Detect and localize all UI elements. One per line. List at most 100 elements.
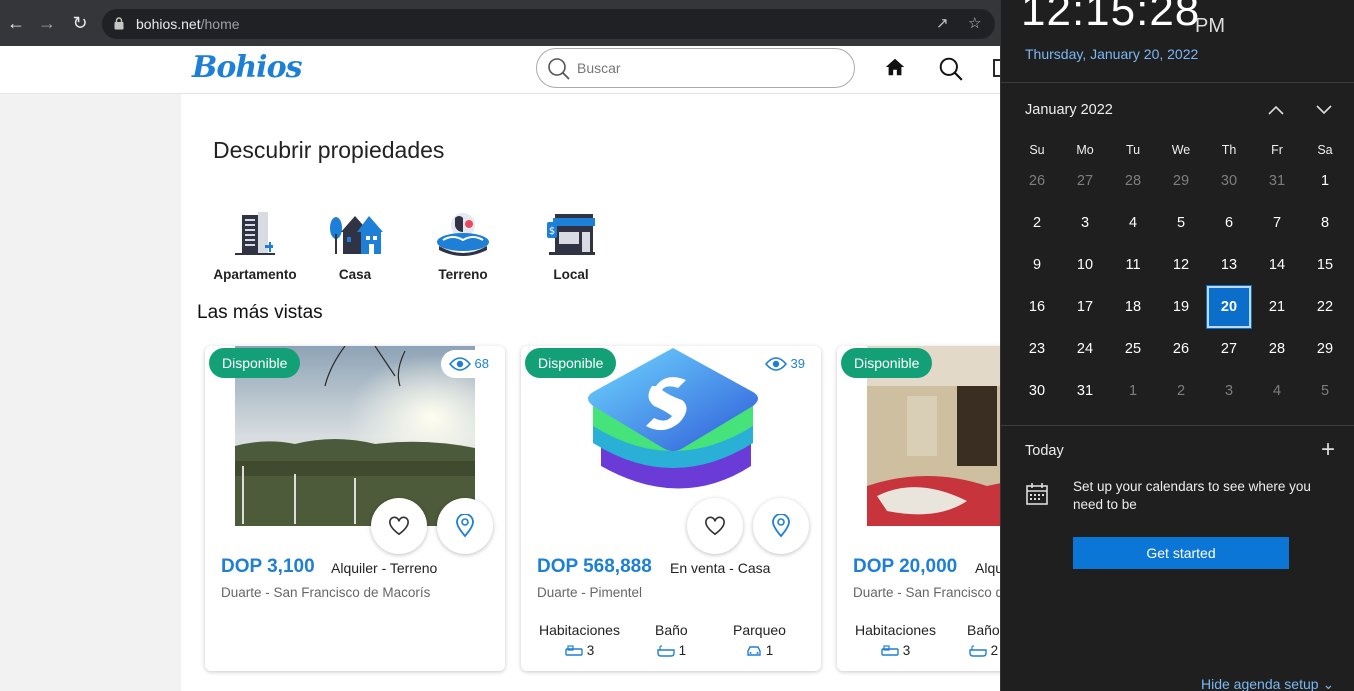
calendar-day[interactable]: 29 <box>1301 328 1349 370</box>
forward-arrow-icon[interactable]: → <box>36 12 58 34</box>
calendar-day[interactable]: 15 <box>1301 244 1349 286</box>
share-icon[interactable]: ↗ <box>936 14 949 32</box>
calendar-day[interactable]: 25 <box>1109 328 1157 370</box>
search-box[interactable] <box>536 48 855 88</box>
calendar-day[interactable]: 24 <box>1061 328 1109 370</box>
calendar-day[interactable]: 28 <box>1253 328 1301 370</box>
land-icon <box>437 213 489 256</box>
calendar-day[interactable]: 9 <box>1013 244 1061 286</box>
category-casa[interactable]: Casa <box>310 212 400 282</box>
calendar-day[interactable]: 27 <box>1205 328 1253 370</box>
add-event-icon[interactable]: + <box>1321 438 1335 462</box>
calendar-day[interactable]: 19 <box>1157 286 1205 328</box>
property-price: DOP 568,888 <box>537 556 652 577</box>
property-card[interactable]: Disponible 68 DOP 3,100 Alquiler - Terre… <box>205 346 505 671</box>
main-content: Descubrir propiedades Apartamento Casa T… <box>181 94 1137 691</box>
calendar-day[interactable]: 8 <box>1301 202 1349 244</box>
calendar-day[interactable]: 16 <box>1013 286 1061 328</box>
calendar-week: 16 17 18 19 20 21 22 <box>1013 285 1349 329</box>
calendar-week: 26 27 28 29 30 31 1 <box>1013 160 1349 202</box>
calendar-day[interactable]: 11 <box>1109 244 1157 286</box>
category-local[interactable]: $ Local <box>526 212 616 282</box>
bathtub-icon <box>968 644 987 657</box>
calendar-day[interactable]: 2 <box>1157 370 1205 412</box>
heart-icon <box>705 516 725 536</box>
calendar-day[interactable]: 17 <box>1061 286 1109 328</box>
property-price: DOP 3,100 <box>221 556 315 577</box>
calendar-day[interactable]: 4 <box>1253 370 1301 412</box>
calendar-day[interactable]: 7 <box>1253 202 1301 244</box>
reload-icon[interactable]: ↻ <box>69 12 91 34</box>
bohios-logo[interactable]: Bohios <box>192 50 302 85</box>
house-icon <box>330 216 383 254</box>
divider <box>1001 82 1354 83</box>
category-terreno[interactable]: Terreno <box>418 212 508 282</box>
star-icon[interactable]: ☆ <box>968 14 981 32</box>
status-badge: Disponible <box>209 348 301 378</box>
weekday-label: Su <box>1029 143 1045 157</box>
calendar-day[interactable]: 26 <box>1013 160 1061 202</box>
back-arrow-icon[interactable]: ← <box>5 12 27 34</box>
partial-nav-icon[interactable] <box>993 56 1000 80</box>
weekday-label: Tu <box>1125 143 1141 157</box>
search-input[interactable] <box>577 57 837 79</box>
chevron-down-icon: ⌄ <box>1322 676 1335 691</box>
calendar-day[interactable]: 18 <box>1109 286 1157 328</box>
calendar-day[interactable]: 29 <box>1157 160 1205 202</box>
hide-agenda-link[interactable]: Hide agenda setup ⌄ <box>1201 676 1334 691</box>
property-location: Duarte - Pimentel <box>537 585 643 600</box>
calendar-week: 9 10 11 12 13 14 15 <box>1013 244 1349 286</box>
address-bar[interactable]: bohios.net/home ↗ ☆ <box>102 9 995 39</box>
calendar-day[interactable]: 30 <box>1013 370 1061 412</box>
calendar-day[interactable]: 4 <box>1109 202 1157 244</box>
home-icon[interactable] <box>884 56 906 78</box>
svg-text:$: $ <box>549 226 555 237</box>
calendar-day[interactable]: 3 <box>1061 202 1109 244</box>
location-button[interactable] <box>753 498 809 554</box>
weekday-label: Fr <box>1271 143 1283 157</box>
calendar-day[interactable]: 26 <box>1157 328 1205 370</box>
calendar-day[interactable]: 23 <box>1013 328 1061 370</box>
calendar-day[interactable]: 6 <box>1205 202 1253 244</box>
calendar-day[interactable]: 5 <box>1157 202 1205 244</box>
clock-time: 12:15:28 <box>1021 0 1201 35</box>
calendar-day[interactable]: 13 <box>1205 244 1253 286</box>
chevron-up-icon[interactable] <box>1265 100 1287 120</box>
weekday-label: We <box>1171 143 1191 157</box>
feature-bedrooms: Habitaciones 3 <box>539 622 620 658</box>
calendar-weeks: 26 27 28 29 30 31 1 2 3 4 5 6 7 8 9 10 11 12 13 14 15 16 17 18 1… <box>1013 160 1349 412</box>
calendar-day[interactable]: 1 <box>1301 160 1349 202</box>
calendar-day[interactable]: 27 <box>1061 160 1109 202</box>
calendar-day[interactable]: 10 <box>1061 244 1109 286</box>
long-date-link[interactable]: Thursday, January 20, 2022 <box>1025 46 1198 62</box>
calendar-day[interactable]: 1 <box>1109 370 1157 412</box>
calendar-day[interactable]: 31 <box>1061 370 1109 412</box>
calendar-day[interactable]: 28 <box>1109 160 1157 202</box>
lock-icon <box>114 17 124 30</box>
chevron-down-icon[interactable] <box>1313 100 1335 120</box>
location-button[interactable] <box>437 498 493 554</box>
property-card[interactable]: Disponible 39 DOP 568,888 En venta - Cas… <box>521 346 821 671</box>
category-apartamento[interactable]: Apartamento <box>210 212 300 282</box>
month-label[interactable]: January 2022 <box>1025 102 1113 118</box>
calendar-day[interactable]: 5 <box>1301 370 1349 412</box>
search-nav-icon[interactable] <box>938 56 964 82</box>
calendar-day[interactable]: 2 <box>1013 202 1061 244</box>
calendar-day[interactable]: 22 <box>1301 286 1349 328</box>
calendar-day[interactable]: 30 <box>1205 160 1253 202</box>
calendar-day[interactable]: 14 <box>1253 244 1301 286</box>
get-started-button[interactable]: Get started <box>1073 537 1289 569</box>
calendar-day[interactable]: 12 <box>1157 244 1205 286</box>
agenda-today-label: Today <box>1025 443 1064 459</box>
calendar-day[interactable]: 3 <box>1205 370 1253 412</box>
feature-parking: Parqueo 1 <box>733 622 786 658</box>
favorite-button[interactable] <box>687 498 743 554</box>
weekday-label: Th <box>1221 143 1237 157</box>
view-count: 39 <box>756 350 809 378</box>
calendar-day-selected[interactable]: 20 <box>1205 285 1253 329</box>
calendar-day[interactable]: 21 <box>1253 286 1301 328</box>
bed-icon <box>881 644 899 656</box>
calendar-day[interactable]: 31 <box>1253 160 1301 202</box>
eye-icon <box>448 357 471 371</box>
favorite-button[interactable] <box>371 498 427 554</box>
